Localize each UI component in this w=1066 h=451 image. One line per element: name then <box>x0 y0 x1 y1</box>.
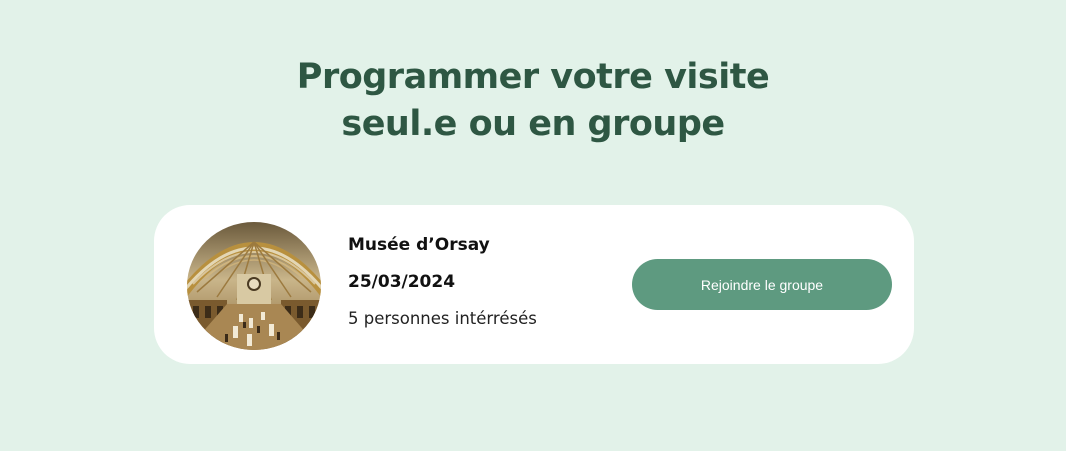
page-title-line-2: seul.e ou en groupe <box>341 104 725 144</box>
page-title: Programmer votre visite seul.e ou en gro… <box>0 54 1066 148</box>
museum-name: Musée d’Orsay <box>348 235 490 255</box>
visit-info: Musée d’Orsay 25/03/2024 5 personnes int… <box>348 205 608 364</box>
museum-photo <box>187 222 321 350</box>
join-group-button[interactable]: Rejoindre le groupe <box>632 259 892 310</box>
visit-date: 25/03/2024 <box>348 272 456 292</box>
group-visit-card: Musée d’Orsay 25/03/2024 5 personnes int… <box>154 205 914 364</box>
page-title-line-1: Programmer votre visite <box>296 57 770 97</box>
interested-count: 5 personnes intérrésés <box>348 309 537 328</box>
